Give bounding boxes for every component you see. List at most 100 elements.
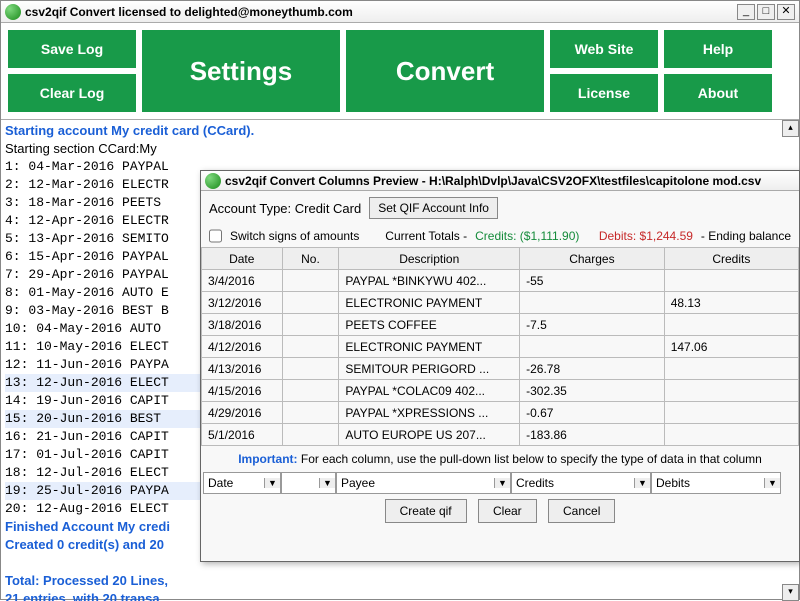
totals-prefix: Current Totals - <box>385 229 467 243</box>
table-cell: 3/4/2016 <box>202 270 283 292</box>
table-row[interactable]: 4/29/2016 PAYPAL *XPRESSIONS ...-0.67 <box>202 402 799 424</box>
column-header[interactable]: Credits <box>664 248 798 270</box>
log-start-section: Starting section CCard:My <box>5 140 795 158</box>
table-cell: 4/29/2016 <box>202 402 283 424</box>
table-row[interactable]: 5/1/2016 AUTO EUROPE US 207...-183.86 <box>202 424 799 446</box>
table-cell: PEETS COFFEE <box>339 314 520 336</box>
preview-title: csv2qif Convert Columns Preview - H:\Ral… <box>225 174 761 188</box>
main-title: csv2qif Convert licensed to delighted@mo… <box>25 5 733 19</box>
dropdown-value: Debits <box>652 476 764 490</box>
table-cell <box>282 402 339 424</box>
column-type-dropdown[interactable]: Date▼ <box>203 472 281 494</box>
table-cell: -7.5 <box>520 314 665 336</box>
table-cell <box>282 424 339 446</box>
account-type-label: Account Type: Credit Card <box>209 201 361 216</box>
table-cell <box>664 380 798 402</box>
table-cell <box>282 270 339 292</box>
help-button[interactable]: Help <box>663 29 773 69</box>
table-row[interactable]: 3/12/2016 ELECTRONIC PAYMENT 48.13 <box>202 292 799 314</box>
maximize-button[interactable]: □ <box>757 4 775 20</box>
chevron-down-icon[interactable]: ▼ <box>634 478 650 488</box>
column-type-dropdown[interactable]: Payee▼ <box>336 472 511 494</box>
close-button[interactable]: ✕ <box>777 4 795 20</box>
table-cell: 3/12/2016 <box>202 292 283 314</box>
table-row[interactable]: 3/18/2016 PEETS COFFEE-7.5 <box>202 314 799 336</box>
column-type-dropdown[interactable]: Credits▼ <box>511 472 651 494</box>
table-cell: PAYPAL *COLAC09 402... <box>339 380 520 402</box>
table-cell <box>282 358 339 380</box>
preview-titlebar: csv2qif Convert Columns Preview - H:\Ral… <box>201 171 799 191</box>
settings-button[interactable]: Settings <box>141 29 341 113</box>
save-log-button[interactable]: Save Log <box>7 29 137 69</box>
table-cell: PAYPAL *BINKYWU 402... <box>339 270 520 292</box>
table-cell: -302.35 <box>520 380 665 402</box>
table-cell: -0.67 <box>520 402 665 424</box>
app-icon <box>5 4 21 20</box>
log-total: Total: Processed 20 Lines, <box>5 572 795 590</box>
table-cell <box>664 402 798 424</box>
dropdown-value: Credits <box>512 476 634 490</box>
table-cell <box>282 380 339 402</box>
clear-button[interactable]: Clear <box>478 499 537 523</box>
scroll-down-icon[interactable]: ▾ <box>782 584 799 601</box>
table-cell: PAYPAL *XPRESSIONS ... <box>339 402 520 424</box>
column-header[interactable]: No. <box>282 248 339 270</box>
table-row[interactable]: 4/15/2016 PAYPAL *COLAC09 402...-302.35 <box>202 380 799 402</box>
switch-signs-label: Switch signs of amounts <box>230 229 359 243</box>
important-row: Important: For each column, use the pull… <box>201 446 799 472</box>
about-button[interactable]: About <box>663 73 773 113</box>
table-cell: ELECTRONIC PAYMENT <box>339 336 520 358</box>
table-cell <box>282 314 339 336</box>
important-text: For each column, use the pull-down list … <box>298 452 762 466</box>
set-qif-account-button[interactable]: Set QIF Account Info <box>369 197 498 219</box>
totals-credits: Credits: ($1,111.90) <box>475 229 579 243</box>
chevron-down-icon[interactable]: ▼ <box>764 478 780 488</box>
main-toolbar: Save Log Clear Log Settings Convert Web … <box>1 23 799 119</box>
column-type-dropdown[interactable]: Debits▼ <box>651 472 781 494</box>
column-header[interactable]: Charges <box>520 248 665 270</box>
table-cell: 48.13 <box>664 292 798 314</box>
license-button[interactable]: License <box>549 73 659 113</box>
totals-debits: Debits: $1,244.59 <box>599 229 693 243</box>
main-titlebar: csv2qif Convert licensed to delighted@mo… <box>1 1 799 23</box>
clear-log-button[interactable]: Clear Log <box>7 73 137 113</box>
preview-table: DateNo.DescriptionChargesCredits 3/4/201… <box>201 247 799 446</box>
column-type-dropdown[interactable]: ▼ <box>281 472 336 494</box>
column-dropdowns: Date▼▼Payee▼Credits▼Debits▼ <box>201 472 799 500</box>
column-header[interactable]: Date <box>202 248 283 270</box>
chevron-down-icon[interactable]: ▼ <box>264 478 280 488</box>
table-cell <box>282 292 339 314</box>
switch-signs-checkbox[interactable] <box>209 229 222 243</box>
cancel-button[interactable]: Cancel <box>548 499 615 523</box>
app-icon <box>205 173 221 189</box>
table-cell: SEMITOUR PERIGORD ... <box>339 358 520 380</box>
table-cell: AUTO EUROPE US 207... <box>339 424 520 446</box>
chevron-down-icon[interactable]: ▼ <box>494 478 510 488</box>
preview-window: csv2qif Convert Columns Preview - H:\Ral… <box>200 170 800 562</box>
table-row[interactable]: 3/4/2016 PAYPAL *BINKYWU 402...-55 <box>202 270 799 292</box>
table-cell <box>664 270 798 292</box>
column-header[interactable]: Description <box>339 248 520 270</box>
table-cell: -26.78 <box>520 358 665 380</box>
table-cell <box>282 336 339 358</box>
table-row[interactable]: 4/12/2016 ELECTRONIC PAYMENT 147.06 <box>202 336 799 358</box>
table-cell <box>520 292 665 314</box>
table-cell: 4/12/2016 <box>202 336 283 358</box>
table-row[interactable]: 4/13/2016SEMITOUR PERIGORD ...-26.78 <box>202 358 799 380</box>
scroll-up-icon[interactable]: ▴ <box>782 120 799 137</box>
convert-button[interactable]: Convert <box>345 29 545 113</box>
dropdown-value: Payee <box>337 476 494 490</box>
create-qif-button[interactable]: Create qif <box>385 499 467 523</box>
minimize-button[interactable]: _ <box>737 4 755 20</box>
table-cell: -55 <box>520 270 665 292</box>
table-cell: 147.06 <box>664 336 798 358</box>
table-cell: ELECTRONIC PAYMENT <box>339 292 520 314</box>
table-cell <box>664 424 798 446</box>
table-cell: 5/1/2016 <box>202 424 283 446</box>
web-site-button[interactable]: Web Site <box>549 29 659 69</box>
table-cell: 3/18/2016 <box>202 314 283 336</box>
table-cell: -183.86 <box>520 424 665 446</box>
table-cell: 4/15/2016 <box>202 380 283 402</box>
totals-ending: - Ending balance <box>701 229 791 243</box>
chevron-down-icon[interactable]: ▼ <box>319 478 335 488</box>
